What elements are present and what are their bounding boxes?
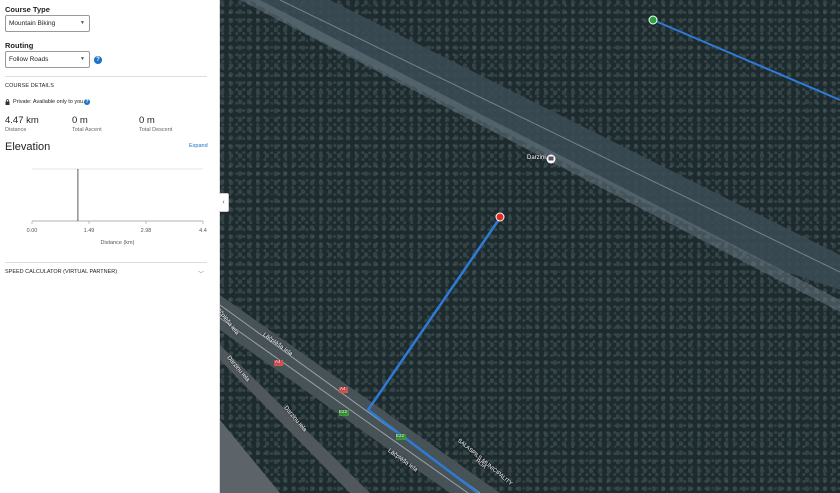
chevron-down-icon: ﹀ xyxy=(197,272,204,278)
routing-label: Routing xyxy=(5,41,34,50)
map-label-e22: E22 xyxy=(339,409,348,414)
descent-label: Total Descent xyxy=(139,127,173,133)
course-type-value: Mountain Biking xyxy=(9,20,56,27)
chevron-down-icon: ▼ xyxy=(80,20,85,26)
descent-value: 0 m xyxy=(139,115,155,126)
chart-x-tick-label: 2.98 xyxy=(141,228,152,234)
chart-x-tick-label: 1.49 xyxy=(84,228,95,234)
ascent-value: 0 m xyxy=(72,115,88,126)
map-label-darzini: Darziņi xyxy=(527,155,546,161)
divider xyxy=(5,262,207,263)
course-route-line xyxy=(652,19,840,101)
map-label-a4: A4 xyxy=(340,386,346,391)
routing-help-icon[interactable]: ? xyxy=(94,56,102,64)
map-overlay xyxy=(220,0,840,493)
elevation-title: Elevation xyxy=(5,141,51,153)
course-sidebar: Course Type Mountain Biking ▼ Routing Fo… xyxy=(0,0,220,493)
satellite-map[interactable]: Darziņi Lāčplēša iela Lāčplēša iela Lāčp… xyxy=(220,0,840,493)
map-label-a4: A4 xyxy=(275,359,281,364)
end-marker-icon[interactable] xyxy=(495,212,505,222)
chart-x-tick-label: 4.4 xyxy=(199,228,207,234)
divider xyxy=(5,76,207,77)
course-type-select[interactable]: Mountain Biking ▼ xyxy=(5,15,90,32)
map-label-e22: E22 xyxy=(396,433,405,438)
expand-link[interactable]: Expand xyxy=(189,143,208,149)
privacy-status: Private: Available only to you. xyxy=(13,99,85,105)
lock-icon xyxy=(5,99,10,105)
course-details-heading: COURSE DETAILS xyxy=(5,83,54,89)
ascent-label: Total Ascent xyxy=(72,127,102,133)
collapse-sidebar-button[interactable]: ‹ xyxy=(219,193,229,212)
privacy-help-icon[interactable]: ? xyxy=(84,99,90,105)
distance-label: Distance xyxy=(5,127,27,133)
speed-calculator-label: SPEED CALCULATOR (VIRTUAL PARTNER) xyxy=(5,269,118,275)
elevation-chart: 0.00 1.49 2.98 4.4 Distance (km) xyxy=(27,168,207,246)
chart-x-tick-label: 0.00 xyxy=(27,228,38,234)
distance-value: 4.47 km xyxy=(5,115,39,126)
chart-x-axis-label: Distance (km) xyxy=(101,240,135,246)
built-up-area xyxy=(220,420,280,493)
speed-calculator-toggle[interactable]: SPEED CALCULATOR (VIRTUAL PARTNER) ﹀ xyxy=(5,269,207,279)
routing-select[interactable]: Follow Roads ▼ xyxy=(5,51,90,68)
rail-line xyxy=(279,0,840,273)
chevron-down-icon: ▼ xyxy=(80,56,85,62)
course-type-label: Course Type xyxy=(5,5,50,14)
start-marker-icon[interactable] xyxy=(648,15,658,25)
routing-value: Follow Roads xyxy=(9,56,49,63)
